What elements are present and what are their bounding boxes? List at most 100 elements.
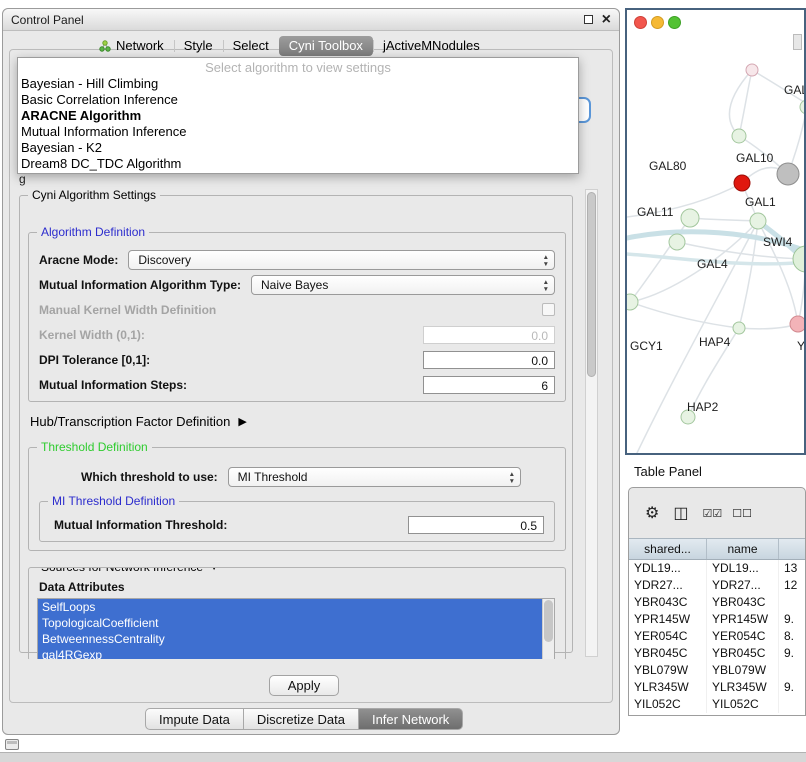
network-node[interactable] [734, 175, 750, 191]
table-row[interactable]: YLR345WYLR345W9. [629, 679, 805, 696]
table-cell: YBL079W [707, 662, 779, 679]
close-window-icon[interactable]: × [602, 10, 611, 30]
network-node[interactable] [627, 294, 638, 310]
threshold-definition-title: Threshold Definition [37, 440, 152, 454]
data-attribute-item[interactable]: SelfLoops [38, 599, 554, 615]
table-cell: YIL052C [629, 696, 707, 713]
table-row[interactable]: YPR145WYPR145W9. [629, 611, 805, 628]
table-row[interactable]: YIL052CYIL052C [629, 696, 805, 713]
float-window-icon[interactable] [584, 15, 593, 24]
network-node[interactable] [681, 209, 699, 227]
table-header: shared...name [629, 538, 805, 560]
bottom-tab-impute-data[interactable]: Impute Data [145, 708, 244, 730]
algorithm-menu-item[interactable]: ARACNE Algorithm [18, 108, 578, 124]
algorithm-definition-title: Algorithm Definition [37, 225, 149, 239]
list-scrollbar[interactable] [542, 599, 554, 659]
tab-cyni-toolbox[interactable]: Cyni Toolbox [279, 36, 373, 56]
collapse-down-icon: ▼ [209, 567, 219, 573]
aracne-mode-select[interactable]: Discovery ▲▼ [128, 250, 555, 270]
network-edge[interactable] [690, 218, 758, 221]
columns-icon[interactable]: ◫ [673, 503, 688, 523]
table-row[interactable]: YER054CYER054C8. [629, 628, 805, 645]
column-header[interactable]: name [707, 539, 779, 559]
node-label: Y [797, 339, 804, 353]
combo-arrows-icon: ▲▼ [543, 279, 549, 293]
tab-network[interactable]: Network [89, 36, 174, 56]
data-attribute-item[interactable]: BetweennessCentrality [38, 631, 554, 647]
node-label: GAL11 [637, 205, 674, 219]
network-canvas[interactable]: GALGAL80GAL10GAL11GAL1SWI4GAL4GCY1HAP4HA… [627, 10, 804, 453]
mi-threshold-input[interactable]: 0.5 [408, 516, 544, 534]
table-body: YDL19...YDL19...13YDR27...YDR27...12YBR0… [629, 560, 805, 715]
algorithm-menu-item[interactable]: Bayesian - Hill Climbing [18, 76, 578, 92]
dpi-tolerance-input[interactable]: 0.0 [423, 351, 555, 369]
table-row[interactable]: YBL079WYBL079W [629, 662, 805, 679]
mi-steps-label: Mutual Information Steps: [39, 378, 187, 392]
network-edge[interactable] [630, 302, 739, 328]
minimized-panel-icon[interactable] [5, 739, 19, 750]
tab-select[interactable]: Select [223, 36, 279, 56]
network-node[interactable] [746, 64, 758, 76]
apply-button[interactable]: Apply [269, 675, 339, 696]
list-scrollbar-thumb[interactable] [544, 600, 553, 642]
table-cell: 9. [779, 611, 806, 628]
algorithm-menu-item[interactable]: Bayesian - K2 [18, 140, 578, 156]
minimize-traffic-light-icon[interactable] [651, 16, 664, 29]
node-label: GAL1 [745, 195, 776, 209]
algorithm-menu-item[interactable]: Basic Correlation Inference [18, 92, 578, 108]
window-title: Control Panel [11, 13, 84, 27]
settings-scroll-area: Cyni Algorithm Settings Algorithm Defini… [17, 187, 583, 659]
deselect-all-icon[interactable]: ☐☐ [732, 507, 752, 520]
close-traffic-light-icon[interactable] [634, 16, 647, 29]
network-node[interactable] [669, 234, 685, 250]
table-row[interactable]: YBR045CYBR045C9. [629, 645, 805, 662]
table-cell: YDL19... [707, 560, 779, 577]
network-edge[interactable] [739, 324, 798, 329]
tab-style[interactable]: Style [174, 36, 223, 56]
settings-scrollbar-thumb[interactable] [587, 192, 596, 377]
network-node[interactable] [750, 213, 766, 229]
threshold-select[interactable]: MI Threshold ▲▼ [228, 467, 521, 487]
algorithm-menu-item[interactable]: Mutual Information Inference [18, 124, 578, 140]
column-header[interactable]: shared... [629, 539, 707, 559]
node-label: HAP4 [699, 335, 731, 349]
hub-definition-label: Hub/Transcription Factor Definition [30, 414, 230, 429]
node-label: GAL4 [697, 257, 728, 271]
data-attributes-list[interactable]: SelfLoopsTopologicalCoefficientBetweenne… [37, 598, 555, 659]
network-node[interactable] [800, 100, 804, 114]
algorithm-menu-items: Bayesian - Hill ClimbingBasic Correlatio… [18, 76, 578, 172]
network-edge[interactable] [739, 70, 752, 136]
bottom-tab-bar: Impute DataDiscretize DataInfer Network [145, 708, 463, 730]
gear-icon[interactable]: ⚙ [645, 503, 659, 523]
canvas-scrollbar-stub[interactable] [793, 34, 802, 50]
data-attribute-item[interactable]: gal4RGexp [38, 647, 554, 659]
algorithm-menu-item[interactable]: Dream8 DC_TDC Algorithm [18, 156, 578, 172]
bottom-tab-infer-network[interactable]: Infer Network [359, 708, 463, 730]
table-cell: 12 [779, 577, 806, 594]
kernel-width-input[interactable]: 0.0 [423, 326, 555, 344]
sources-toggle[interactable]: Sources for Network Inference ▼ [37, 567, 223, 574]
select-all-icon[interactable]: ☑☑ [702, 507, 722, 520]
table-cell: YPR145W [707, 611, 779, 628]
control-panel-titlebar[interactable]: Control Panel × [3, 9, 619, 31]
mi-type-select[interactable]: Naive Bayes ▲▼ [251, 275, 555, 295]
tab-jactivemnodules[interactable]: jActiveMNodules [373, 36, 490, 56]
table-row[interactable]: YDL19...YDL19...13 [629, 560, 805, 577]
column-header[interactable] [779, 539, 806, 559]
table-row[interactable]: YDR27...YDR27...12 [629, 577, 805, 594]
hub-definition-toggle[interactable]: Hub/Transcription Factor Definition ▶ [30, 414, 572, 429]
table-row[interactable]: YBR043CYBR043C [629, 594, 805, 611]
manual-kernel-checkbox[interactable] [542, 303, 555, 316]
mi-steps-input[interactable]: 6 [423, 376, 555, 394]
which-threshold-label: Which threshold to use: [81, 470, 218, 484]
zoom-traffic-light-icon[interactable] [668, 16, 681, 29]
table-cell: YBR045C [629, 645, 707, 662]
data-attribute-item[interactable]: TopologicalCoefficient [38, 615, 554, 631]
network-node[interactable] [733, 322, 745, 334]
network-node[interactable] [777, 163, 799, 185]
network-node[interactable] [790, 316, 804, 332]
settings-scrollbar[interactable] [585, 189, 598, 657]
table-cell: YBR045C [707, 645, 779, 662]
network-node[interactable] [732, 129, 746, 143]
bottom-tab-discretize-data[interactable]: Discretize Data [244, 708, 359, 730]
